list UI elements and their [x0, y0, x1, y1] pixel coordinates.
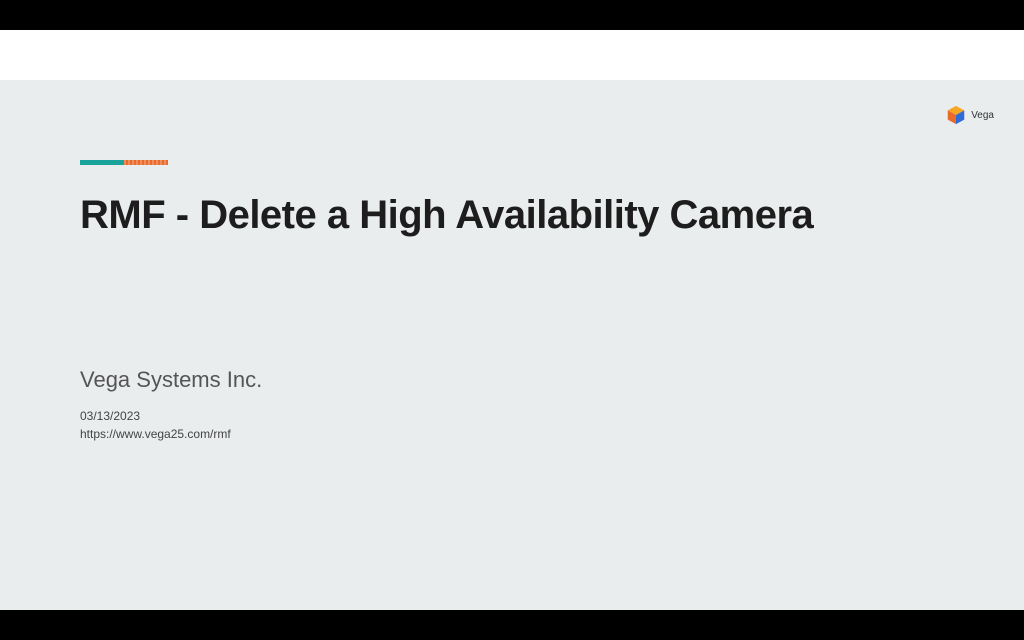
- cube-icon: [945, 104, 967, 126]
- brand-mark: Vega: [945, 104, 994, 126]
- slide-area: Vega RMF - Delete a High Availability Ca…: [0, 80, 1024, 610]
- accent-bar: [80, 160, 168, 165]
- slide-date: 03/13/2023: [80, 407, 944, 425]
- company-name: Vega Systems Inc.: [80, 367, 944, 393]
- slide-url: https://www.vega25.com/rmf: [80, 425, 944, 443]
- accent-teal-segment: [80, 160, 124, 165]
- slide-title: RMF - Delete a High Availability Camera: [80, 193, 944, 237]
- slide-meta: 03/13/2023 https://www.vega25.com/rmf: [80, 407, 944, 443]
- brand-label: Vega: [971, 110, 994, 121]
- top-black-bar: [0, 0, 1024, 30]
- top-white-bar: [0, 30, 1024, 80]
- bottom-black-bar: [0, 610, 1024, 640]
- accent-orange-segment: [124, 160, 168, 165]
